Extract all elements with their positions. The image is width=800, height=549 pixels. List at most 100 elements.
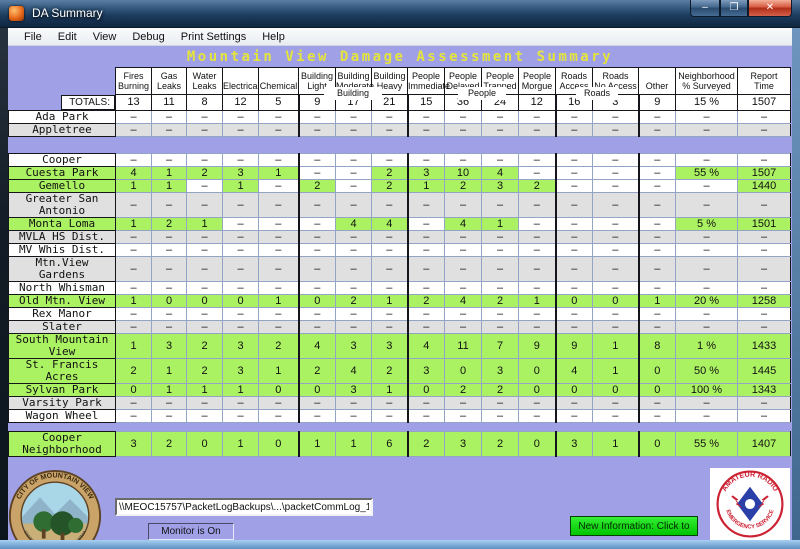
data-cell: 0	[151, 293, 187, 308]
data-cell: 1	[151, 382, 187, 397]
totals-cell: 5	[258, 94, 299, 111]
data-cell: 55 %	[675, 165, 738, 180]
neighborhood-label: Wagon Wheel	[8, 408, 116, 423]
data-cell: –	[371, 109, 408, 124]
totals-cell: 12	[518, 94, 556, 111]
neighborhood-label: MV Whis Dist.	[8, 242, 116, 257]
data-cell: 2	[297, 357, 336, 384]
new-information-reset-button[interactable]: New Information: Click to reset	[570, 516, 698, 540]
data-cell: –	[518, 152, 556, 167]
data-cell: –	[186, 122, 223, 137]
data-cell: –	[737, 255, 791, 282]
data-cell: –	[297, 280, 336, 295]
totals-row: TOTALS: 13 11 8 12 5 9 17 21 15 36 24 12 16 3 9 15 % 150…	[9, 94, 791, 111]
data-cell: –	[335, 255, 372, 282]
data-cell: –	[258, 109, 299, 124]
window-border-bottom	[0, 540, 800, 549]
totals-cell: 12	[222, 94, 259, 111]
maximize-button[interactable]: ❐	[720, 0, 748, 17]
neighborhood-row: Varsity Park – – – – – – – – – – – – – – – – –	[8, 395, 791, 410]
data-cell: –	[444, 242, 482, 257]
data-cell: 1	[222, 430, 259, 457]
data-cell: –	[637, 122, 676, 137]
data-cell: –	[258, 229, 299, 244]
data-cell: –	[554, 255, 593, 282]
menu-item-debug[interactable]: Debug	[124, 30, 172, 44]
data-cell: –	[675, 229, 738, 244]
data-cell: –	[371, 152, 408, 167]
menu-item-print-settings[interactable]: Print Settings	[173, 30, 254, 44]
data-cell: –	[297, 229, 336, 244]
data-cell: –	[258, 280, 299, 295]
data-cell: –	[115, 319, 152, 334]
data-cell: –	[297, 395, 336, 410]
data-cell: –	[518, 306, 556, 321]
data-cell: –	[481, 122, 519, 137]
data-cell: –	[592, 395, 639, 410]
data-cell: –	[481, 395, 519, 410]
data-cell: 50 %	[675, 357, 738, 384]
data-cell: –	[335, 319, 372, 334]
data-cell: 55 %	[675, 430, 738, 457]
data-cell: –	[444, 229, 482, 244]
data-cell: –	[637, 280, 676, 295]
neighborhood-row: Sylvan Park 0 1 1 1 0 0 3 1 0 2 2 0 0 0 0 100 % 1343	[8, 382, 791, 397]
data-cell: –	[675, 280, 738, 295]
data-cell: 2	[444, 382, 482, 397]
data-cell: –	[518, 319, 556, 334]
data-cell: –	[675, 178, 738, 193]
data-cell: –	[151, 306, 187, 321]
data-cell: 0	[258, 430, 299, 457]
data-cell: –	[335, 152, 372, 167]
data-cell: –	[335, 395, 372, 410]
data-cell: –	[115, 191, 152, 218]
data-cell: 20 %	[675, 293, 738, 308]
data-cell: –	[115, 109, 152, 124]
data-cell: –	[186, 280, 223, 295]
data-cell: –	[371, 408, 408, 423]
data-cell: –	[737, 306, 791, 321]
neighborhood-label: Greater San Antonio	[8, 191, 116, 218]
menu-item-help[interactable]: Help	[254, 30, 293, 44]
data-cell: –	[737, 319, 791, 334]
totals-label: TOTALS:	[60, 94, 115, 110]
neighborhood-label: Varsity Park	[8, 395, 116, 410]
menu-item-view[interactable]: View	[85, 30, 125, 44]
window-border-left	[0, 28, 8, 540]
data-cell: –	[258, 395, 299, 410]
totals-cell: 9	[637, 94, 676, 111]
data-cell: –	[444, 319, 482, 334]
data-cell: –	[258, 178, 299, 193]
data-cell: 3	[554, 430, 593, 457]
data-cell: 3	[444, 430, 482, 457]
data-cell: –	[222, 109, 259, 124]
data-cell: 3	[222, 332, 259, 359]
menu-item-file[interactable]: File	[16, 30, 50, 44]
monitor-status: Monitor is On	[148, 523, 234, 540]
data-cell: 3	[481, 178, 519, 193]
data-cell: –	[186, 152, 223, 167]
data-cell: 8	[637, 332, 676, 359]
data-cell: 2	[186, 165, 223, 180]
data-cell: 1507	[737, 165, 791, 180]
data-cell: –	[115, 306, 152, 321]
minimize-button[interactable]: –	[690, 0, 720, 17]
data-cell: –	[115, 408, 152, 423]
column-header: Chemical	[258, 67, 299, 95]
data-cell: –	[554, 408, 593, 423]
data-cell: 2	[258, 332, 299, 359]
header-corner	[9, 68, 116, 95]
menu-item-edit[interactable]: Edit	[50, 30, 85, 44]
packet-log-path-field[interactable]	[115, 498, 373, 516]
data-cell: –	[481, 280, 519, 295]
data-cell: 1 %	[675, 332, 738, 359]
title-bar: DA Summary – ❐ ✕	[0, 0, 800, 28]
data-cell: –	[737, 280, 791, 295]
data-cell: –	[186, 395, 223, 410]
data-cell: –	[592, 216, 639, 231]
data-cell: –	[371, 255, 408, 282]
data-cell: 2	[406, 430, 445, 457]
data-cell: 1	[115, 178, 152, 193]
group-label-roads: Roads	[576, 87, 618, 100]
close-button[interactable]: ✕	[748, 0, 792, 17]
